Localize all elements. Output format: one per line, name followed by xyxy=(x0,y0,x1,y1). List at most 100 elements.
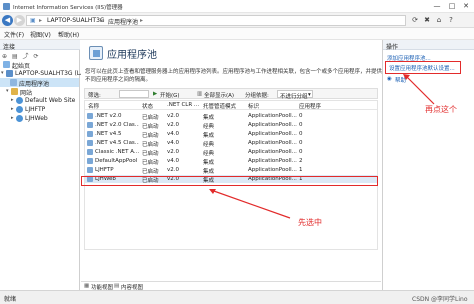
tree-item-ljhftp[interactable]: ▸ LJHFTP xyxy=(0,105,79,114)
chevron-right-icon[interactable]: ▸ xyxy=(11,115,14,121)
menu-file[interactable]: 文件(F) xyxy=(4,30,24,39)
breadcrumb-server[interactable]: LAPTOP-SUALHT3G xyxy=(47,17,105,24)
connections-pane: 连接 ⊕ ▤ ⤴ ⟳ 起始页 ▾ LAPTOP-SUALHT3G (LA 应用程… xyxy=(0,40,84,290)
tree-item-label: LAPTOP-SUALHT3G (LA xyxy=(15,70,85,77)
tree-item-sites[interactable]: ▾ 网站 xyxy=(0,87,79,97)
table-row[interactable]: .NET v4.5 Clas... 已启动 v4.0 经典 ApplicationPoo… xyxy=(85,139,377,148)
server-icon: ▣ xyxy=(30,17,36,24)
cell-applications: 0 xyxy=(299,113,303,119)
page-title: 应用程序池 xyxy=(107,50,157,61)
globe-icon xyxy=(16,106,23,113)
chevron-down-icon[interactable]: ▾ xyxy=(1,70,4,76)
forward-arrow-icon[interactable]: ▶ xyxy=(14,15,25,26)
connect-toolbar: ⊕ ▤ ⤴ ⟳ xyxy=(2,51,39,60)
cell-name: LJHFTP xyxy=(95,167,114,173)
col-identity[interactable]: 标识 xyxy=(248,102,298,110)
view-tabs: ▦ 功能视图 ▤ 内容视图 xyxy=(81,281,381,291)
table-row[interactable]: .NET v2.0 Clas... 已启动 v2.0 经典 ApplicationPoo… xyxy=(85,121,377,130)
content-view-icon: ▤ xyxy=(114,283,120,289)
tree-item-ljhweb[interactable]: ▸ LJHWeb xyxy=(0,114,79,123)
app-pool-icon xyxy=(10,79,17,86)
table-row[interactable]: DefaultAppPool 已启动 v4.0 集成 ApplicationPooll.… xyxy=(85,157,377,166)
title-bar: Internet Information Services (IIS)管理器 —… xyxy=(0,0,474,13)
breadcrumb[interactable]: ▣ ▸ LAPTOP-SUALHT3G ▸ 应用程序池 ▸ xyxy=(26,15,406,26)
go-button[interactable]: 开始(G) xyxy=(160,91,180,99)
home-icon[interactable]: ⌂ xyxy=(434,15,444,25)
tree-item-label: Default Web Site xyxy=(25,97,76,104)
chevron-right-icon: ▸ xyxy=(140,17,144,24)
cell-identity: ApplicationPooll... xyxy=(248,113,297,119)
app-pools-table: 名称 状态 .NET CLR ... 托管管道模式 标识 应用程序 .NET v… xyxy=(84,100,378,250)
cell-clr: v2.0 xyxy=(167,149,180,155)
menu-help[interactable]: 帮助(H) xyxy=(58,30,79,39)
cell-clr: v4.0 xyxy=(167,158,180,164)
menu-view[interactable]: 视图(V) xyxy=(30,30,51,39)
table-row[interactable]: .NET v4.5 已启动 v4.0 集成 ApplicationPooll... 0 xyxy=(85,130,377,139)
window-title: Internet Information Services (IIS)管理器 xyxy=(13,5,123,11)
iis-app-icon xyxy=(3,3,10,10)
show-all-button[interactable]: 全部显示(A) xyxy=(204,91,234,99)
cell-name: Classic .NET A... xyxy=(95,149,139,155)
maximize-button[interactable]: □ xyxy=(445,1,459,12)
cell-name: DefaultAppPool xyxy=(95,158,138,164)
refresh-icon[interactable]: ⟳ xyxy=(33,53,38,60)
filter-input[interactable] xyxy=(119,90,149,98)
page-description-line: 您可以在此页上查看和管理服务器上的应用程序池列表。应用程序池与工作进程相关联，包… xyxy=(85,69,383,75)
table-row[interactable]: Classic .NET A... 已启动 v2.0 经典 ApplicationPoo… xyxy=(85,148,377,157)
cell-status: 已启动 xyxy=(142,151,159,157)
col-pipeline[interactable]: 托管管道模式 xyxy=(203,102,247,110)
chevron-right-icon: ▸ xyxy=(39,17,43,24)
chevron-down-icon[interactable]: ▾ xyxy=(6,88,9,94)
tree-item-start-page[interactable]: 起始页 xyxy=(0,60,79,70)
features-view-icon: ▦ xyxy=(84,283,90,289)
server-icon xyxy=(6,70,13,77)
cell-clr: v4.0 xyxy=(167,140,180,146)
annotation-arrow xyxy=(209,189,291,219)
app-pool-icon xyxy=(87,131,93,137)
actions-header: 操作 xyxy=(383,40,474,51)
stop-icon[interactable]: ✖ xyxy=(422,15,432,25)
chevron-right-icon[interactable]: ▸ xyxy=(11,97,14,103)
status-bar: 就绪 CSDN @李同学Lino xyxy=(0,290,474,304)
up-icon[interactable]: ⤴ xyxy=(23,53,29,60)
cell-identity: ApplicationPooll... xyxy=(248,149,297,155)
cell-pipeline: 集成 xyxy=(203,115,215,121)
tree-item-app-pools[interactable]: 应用程序池 xyxy=(0,78,79,88)
breadcrumb-app-pools[interactable]: 应用程序池 xyxy=(108,17,138,26)
save-icon[interactable]: ▤ xyxy=(12,53,18,60)
minimize-button[interactable]: — xyxy=(430,1,444,12)
globe-icon xyxy=(16,115,23,122)
help-icon[interactable]: ? xyxy=(446,15,456,25)
tree-item-default-web-site[interactable]: ▸ Default Web Site xyxy=(0,96,79,105)
cell-identity: ApplicationPooll... xyxy=(248,140,297,146)
col-clr[interactable]: .NET CLR ... xyxy=(167,102,201,108)
close-button[interactable]: ✕ xyxy=(459,1,473,12)
cell-identity: ApplicationPooll... xyxy=(248,131,297,137)
col-applications[interactable]: 应用程序 xyxy=(299,102,329,110)
annotation-click-this: 再点这个 xyxy=(425,105,457,114)
cell-identity: ApplicationPooll... xyxy=(248,122,297,128)
filter-bar: 筛选: ▶ 开始(G) ▥ 全部显示(A) 分组依据: 不进行分组 ▾ xyxy=(84,88,378,100)
cell-status: 已启动 xyxy=(142,160,159,166)
refresh-icon[interactable]: ⟳ xyxy=(410,15,420,25)
connect-icon[interactable]: ⊕ xyxy=(2,53,7,60)
chevron-right-icon[interactable]: ▸ xyxy=(11,106,14,112)
help-icon[interactable]: ◉ xyxy=(387,76,392,82)
back-arrow-icon[interactable]: ◀ xyxy=(2,15,13,26)
go-icon[interactable]: ▶ xyxy=(153,91,157,97)
col-status[interactable]: 状态 xyxy=(142,102,166,110)
watermark: CSDN @李同学Lino xyxy=(412,296,468,303)
cell-applications: 0 xyxy=(299,149,303,155)
cell-clr: v2.0 xyxy=(167,122,180,128)
cell-status: 已启动 xyxy=(142,169,159,175)
cell-status: 已启动 xyxy=(142,142,159,148)
cell-identity: ApplicationPooll... xyxy=(248,158,297,164)
col-name[interactable]: 名称 xyxy=(88,102,138,110)
show-all-icon[interactable]: ▥ xyxy=(197,91,202,97)
table-row[interactable]: .NET v2.0 已启动 v2.0 集成 ApplicationPooll... 0 xyxy=(85,112,377,121)
group-by-select[interactable]: 不进行分组 ▾ xyxy=(277,90,313,100)
tree-item-server[interactable]: ▾ LAPTOP-SUALHT3G (LA xyxy=(0,69,84,78)
table-row[interactable]: LJHFTP 已启动 v2.0 集成 ApplicationPooll... 1 xyxy=(85,166,377,175)
cell-pipeline: 经典 xyxy=(203,151,215,157)
iis-manager-window: Internet Information Services (IIS)管理器 —… xyxy=(0,0,474,304)
